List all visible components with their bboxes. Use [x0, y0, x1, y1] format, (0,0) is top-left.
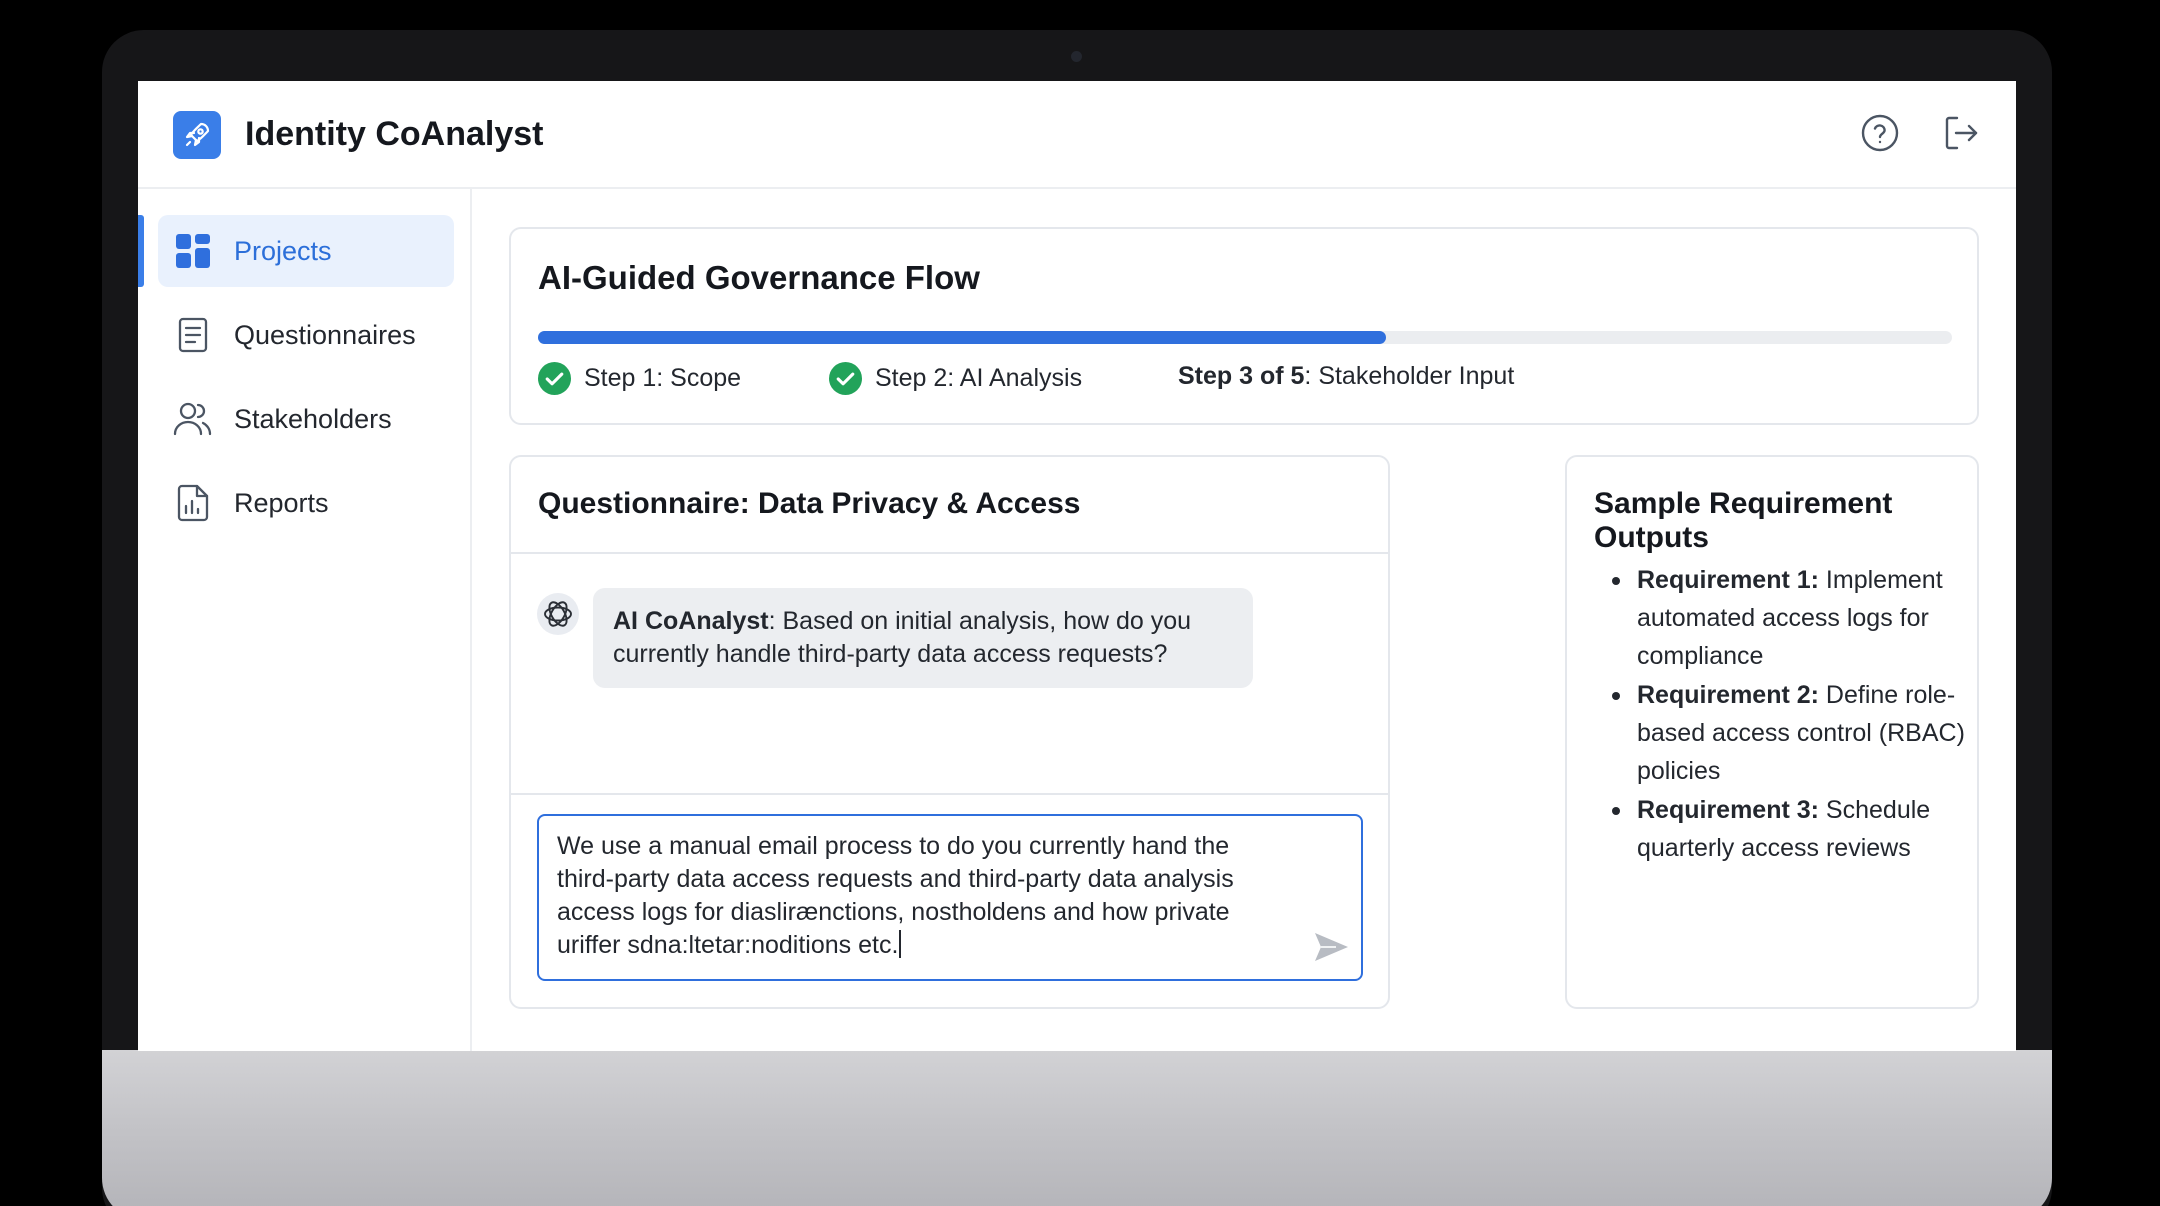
report-icon: [173, 483, 213, 523]
help-button[interactable]: [1860, 113, 1900, 153]
users-icon: [173, 399, 213, 439]
answer-line: uriffer sdna:ltetar:noditions etc.: [557, 931, 899, 959]
requirement-item: Requirement 1: Implement automated acces…: [1608, 561, 1968, 675]
sidebar-item-label: Stakeholders: [234, 403, 392, 434]
step-counter: Step 3 of 5: [1178, 362, 1305, 390]
flow-title: AI-Guided Governance Flow: [538, 259, 980, 296]
send-button[interactable]: [1311, 927, 1351, 967]
text-caret: [899, 930, 902, 958]
requirement-item: Requirement 2: Define role-based access …: [1608, 676, 1968, 790]
help-circle-icon: [1861, 114, 1899, 152]
sidebar-item-reports[interactable]: Reports: [158, 467, 454, 539]
answer-line: We use a manual email process to do you …: [557, 832, 1230, 860]
send-icon: [1315, 933, 1348, 961]
divider: [511, 552, 1388, 554]
rocket-icon: [173, 111, 221, 159]
app-title: Identity CoAnalyst: [245, 115, 544, 153]
step-label: : Stakeholder Input: [1304, 362, 1515, 390]
ai-knot-icon: [544, 601, 572, 627]
questionnaire-title: Questionnaire: Data Privacy & Access: [538, 487, 1081, 520]
logout-icon: [1945, 116, 1978, 150]
sidebar: Projects Questionnaires Stakeholders Rep…: [138, 189, 472, 1051]
sidebar-item-label: Reports: [234, 487, 329, 518]
requirement-item: Requirement 3: Schedule quarterly access…: [1608, 791, 1968, 867]
ai-avatar: [537, 593, 579, 635]
sidebar-item-projects[interactable]: Projects: [158, 215, 454, 287]
logout-button[interactable]: [1941, 113, 1981, 153]
requirements-title: Sample Requirement Outputs: [1594, 487, 1893, 554]
grid-icon: [173, 231, 213, 271]
check-circle-icon: [538, 362, 571, 395]
answer-line: third-party data access requests and thi…: [557, 865, 1234, 893]
requirements-card: Sample Requirement Outputs Requirement 1…: [1565, 455, 1979, 1009]
check-circle-icon: [829, 362, 862, 395]
questionnaire-card: Questionnaire: Data Privacy & Access AI …: [509, 455, 1390, 1009]
sidebar-item-stakeholders[interactable]: Stakeholders: [158, 383, 454, 455]
step-1: Step 1: Scope: [538, 362, 741, 395]
progress-fill: [538, 331, 1387, 344]
requirements-list: Requirement 1: Implement automated acces…: [1608, 561, 1968, 868]
sidebar-item-questionnaires[interactable]: Questionnaires: [158, 299, 454, 371]
app-header: Identity CoAnalyst: [138, 81, 2016, 189]
device-base: [102, 1050, 2052, 1206]
answer-line: access logs for diaslirænctions, nosthol…: [557, 898, 1230, 926]
governance-flow-card: AI-Guided Governance Flow Step 1: Scope …: [509, 227, 1979, 425]
sidebar-item-label: Projects: [234, 235, 332, 266]
step-2: Step 2: AI Analysis: [829, 362, 1082, 395]
active-indicator: [138, 215, 144, 287]
progress-bar: [538, 331, 1952, 344]
step-label: Step 1: Scope: [584, 364, 742, 392]
document-icon: [173, 315, 213, 355]
ai-message-bubble: AI CoAnalyst: Based on initial analysis,…: [593, 588, 1253, 688]
step-label: Step 2: AI Analysis: [875, 364, 1083, 392]
camera-dot: [1071, 51, 1082, 62]
app-screen: Identity CoAnalyst Projects Questionnair…: [138, 81, 2016, 1051]
ai-sender-name: AI CoAnalyst: [613, 607, 769, 635]
step-3-current: Step 3 of 5 : Stakeholder Input: [1178, 362, 1514, 391]
divider: [511, 793, 1388, 795]
sidebar-item-label: Questionnaires: [234, 319, 416, 350]
answer-input[interactable]: We use a manual email process to do you …: [537, 814, 1363, 981]
